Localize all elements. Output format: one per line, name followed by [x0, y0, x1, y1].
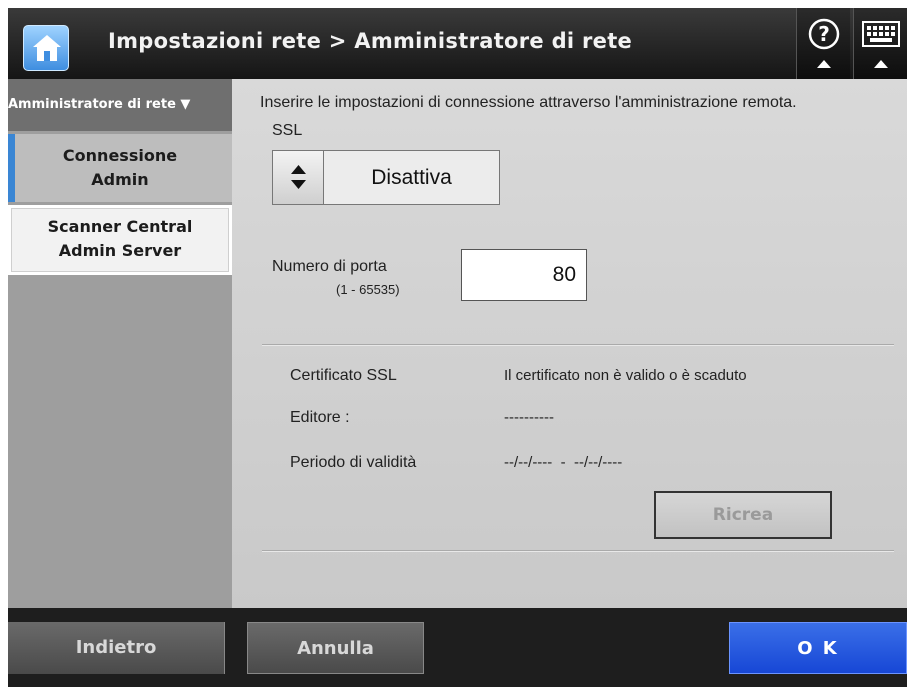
port-number-input[interactable]: 80: [461, 249, 587, 301]
app-frame: Impostazioni rete > Amministratore di re…: [8, 8, 907, 687]
cancel-button[interactable]: Annulla: [247, 622, 424, 674]
ssl-label: SSL: [272, 122, 303, 139]
help-button[interactable]: ?: [796, 8, 850, 79]
divider: [262, 550, 894, 552]
port-range-hint: (1 - 65535): [336, 282, 400, 297]
footer-bar: Indietro Annulla O K: [8, 608, 907, 687]
ssl-value: Disattiva: [371, 166, 452, 189]
intro-text: Inserire le impostazioni di connessione …: [260, 94, 797, 111]
keyboard-icon: [862, 21, 900, 68]
certificate-status: Il certificato non è valido o è scaduto: [504, 367, 747, 384]
sidebar: Amministratore di rete ▼ Connessione Adm…: [8, 79, 232, 608]
active-indicator: [8, 134, 15, 202]
home-button[interactable]: [23, 25, 69, 71]
divider: [262, 344, 894, 346]
home-icon: [33, 35, 61, 61]
issuer-value: ----------: [504, 409, 554, 426]
page-title: Impostazioni rete > Amministratore di re…: [108, 29, 633, 53]
back-button[interactable]: Indietro: [8, 622, 225, 674]
keyboard-button[interactable]: [853, 8, 907, 79]
validity-label: Periodo di validità: [290, 454, 417, 471]
sidebar-item-label: Admin: [91, 170, 149, 189]
sidebar-item-connessione-admin[interactable]: Connessione Admin: [8, 134, 232, 202]
header-bar: Impostazioni rete > Amministratore di re…: [8, 8, 907, 79]
validity-value: --/--/---- - --/--/----: [504, 454, 623, 471]
ssl-spinner-button[interactable]: [273, 151, 324, 204]
sidebar-item-label: Admin Server: [58, 241, 182, 260]
sidebar-item-label: Connessione: [62, 146, 178, 165]
recreate-button[interactable]: Ricrea: [654, 491, 832, 539]
ok-button[interactable]: O K: [729, 622, 907, 674]
port-label: Numero di porta: [272, 258, 387, 275]
certificate-label: Certificato SSL: [290, 367, 397, 384]
sidebar-item-scanner-central-admin-server[interactable]: Scanner Central Admin Server: [8, 205, 232, 275]
up-down-arrows-icon: [291, 165, 306, 189]
main-panel: Inserire le impostazioni di connessione …: [232, 79, 907, 608]
sidebar-item-label: Scanner Central: [47, 217, 193, 236]
sidebar-menu-dropdown[interactable]: Amministratore di rete ▼: [8, 79, 232, 131]
help-icon: ?: [808, 18, 840, 68]
ssl-selector[interactable]: Disattiva: [272, 150, 500, 205]
issuer-label: Editore :: [290, 409, 350, 426]
svg-text:?: ?: [818, 22, 830, 46]
